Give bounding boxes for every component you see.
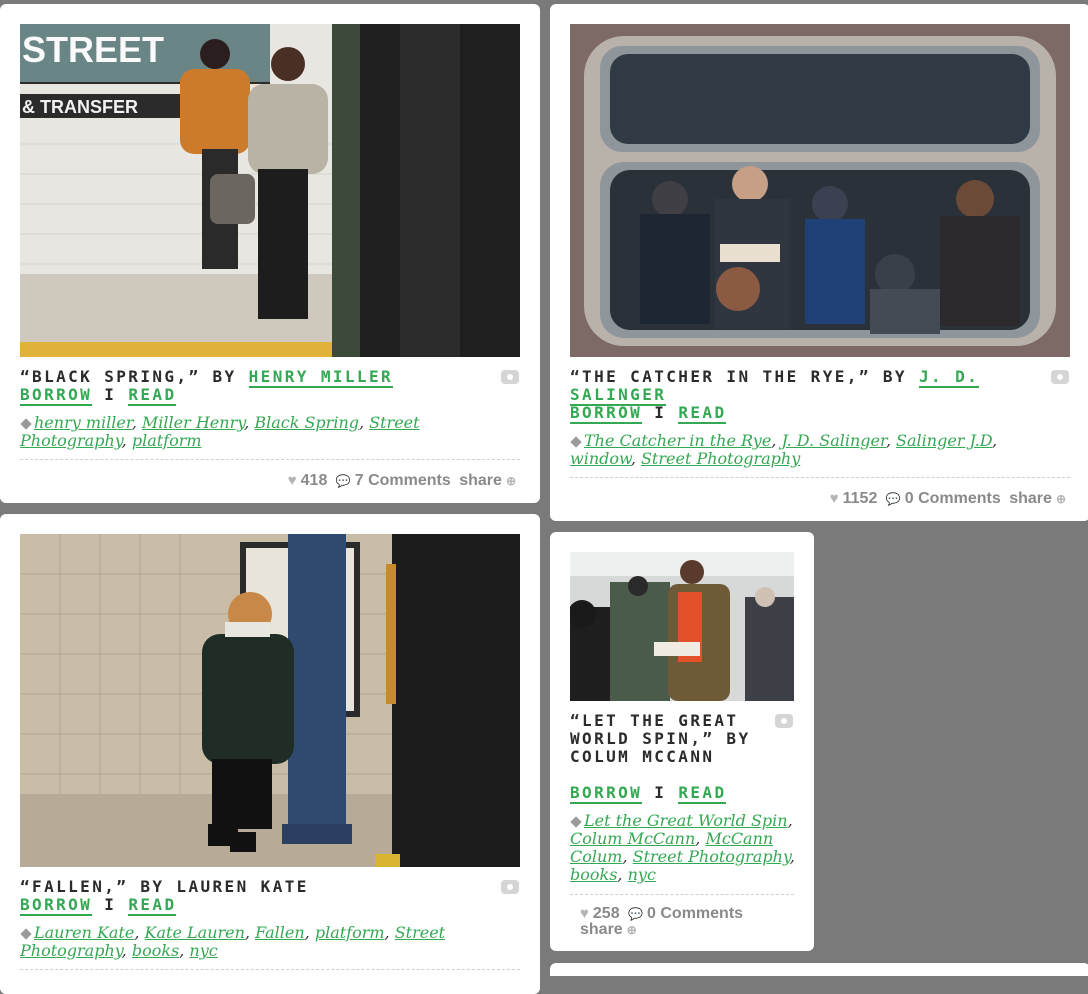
borrow-read-links: BORROW I READ	[570, 783, 727, 804]
tag-link[interactable]: Kate Lauren	[145, 923, 245, 942]
borrow-read-links: BORROW I READ	[20, 895, 177, 916]
tag-link[interactable]: Street Photography	[641, 449, 800, 468]
post-title: “BLACK SPRING,” BY HENRY MILLER	[20, 367, 490, 388]
post-photo[interactable]	[20, 534, 520, 867]
share-link[interactable]: share	[580, 921, 623, 938]
tag-link[interactable]: The Catcher in the Rye	[584, 431, 771, 450]
divider	[570, 477, 1070, 478]
title-text: “LET THE GREAT WORLD SPIN,” BY COLUM MCC…	[570, 711, 751, 766]
comments-link[interactable]: 7 Comments	[355, 472, 451, 489]
title-text: “BLACK SPRING,” BY	[20, 367, 237, 386]
share-icon[interactable]: ⊕	[506, 474, 516, 488]
tag-icon	[570, 816, 582, 828]
transfer-sign-text: & TRANSFER	[22, 97, 138, 117]
share-icon[interactable]: ⊕	[627, 923, 637, 937]
subway-window-photo	[570, 24, 1070, 357]
separator: I	[654, 403, 667, 422]
comment-icon: 💬	[885, 492, 901, 506]
tag-list: henry miller, Miller Henry, Black Spring…	[20, 413, 420, 450]
tag-link[interactable]: Street Photography	[633, 847, 790, 866]
share-link[interactable]: share	[1009, 490, 1052, 507]
post-photo[interactable]: STREET & TRANSFER	[20, 24, 520, 357]
borrow-link[interactable]: BORROW	[570, 403, 643, 424]
separator: I	[654, 783, 667, 802]
tag-link[interactable]: Miller Henry	[142, 413, 244, 432]
divider	[570, 894, 794, 895]
post-title: “FALLEN,” BY LAUREN KATE	[20, 878, 490, 896]
borrow-read-links: BORROW I READ	[570, 403, 727, 424]
post-card: “FALLEN,” BY LAUREN KATE BORROW I READ L…	[0, 514, 540, 994]
subway-pillar-photo	[20, 534, 520, 867]
separator: I	[104, 895, 117, 914]
borrow-link[interactable]: BORROW	[570, 783, 643, 804]
borrow-read-links: BORROW I READ	[20, 385, 177, 406]
post-photo[interactable]	[570, 24, 1070, 357]
street-sign-text: STREET	[22, 29, 164, 70]
camera-icon	[1051, 370, 1069, 384]
read-link[interactable]: READ	[128, 385, 177, 406]
post-card: “THE CATCHER IN THE RYE,” BY J. D. SALIN…	[550, 4, 1088, 521]
tag-link[interactable]: henry miller	[34, 413, 132, 432]
title-text: “THE CATCHER IN THE RYE,” BY	[570, 367, 907, 386]
tag-icon	[20, 418, 32, 430]
borrow-link[interactable]: BORROW	[20, 385, 93, 406]
comments-link[interactable]: 0 Comments	[647, 905, 743, 922]
tag-link[interactable]: Let the Great World Spin	[584, 811, 788, 830]
post-card: “LET THE GREAT WORLD SPIN,” BY COLUM MCC…	[550, 532, 814, 951]
post-title: “THE CATCHER IN THE RYE,” BY J. D. SALIN…	[570, 367, 1040, 406]
tag-link[interactable]: Colum McCann	[570, 829, 695, 848]
comment-icon: 💬	[628, 907, 644, 921]
separator: I	[104, 385, 117, 404]
tag-list: Let the Great World Spin, Colum McCann, …	[570, 811, 795, 884]
tag-link[interactable]: books	[570, 865, 617, 884]
camera-icon	[501, 370, 519, 384]
post-photo[interactable]	[570, 552, 794, 701]
heart-icon[interactable]: ♥	[288, 472, 297, 489]
post-title: “LET THE GREAT WORLD SPIN,” BY COLUM MCC…	[570, 712, 770, 766]
subway-reader-photo	[570, 552, 794, 701]
divider	[20, 969, 520, 970]
title-text: “FALLEN,” BY LAUREN KATE	[20, 877, 309, 896]
post-meta: ♥ 418 💬 7 Comments share ⊕	[288, 472, 520, 490]
like-count[interactable]: 258	[593, 905, 620, 922]
tag-link[interactable]: books	[132, 941, 179, 960]
heart-icon[interactable]: ♥	[580, 905, 589, 922]
like-count[interactable]: 418	[301, 472, 328, 489]
post-meta: ♥ 1152 💬 0 Comments share ⊕	[830, 490, 1070, 508]
camera-icon	[501, 880, 519, 894]
tag-icon	[20, 928, 32, 940]
tag-link[interactable]: window	[570, 449, 631, 468]
tag-link[interactable]: Salinger J.D	[896, 431, 992, 450]
tag-icon	[570, 436, 582, 448]
tag-link[interactable]: Lauren Kate	[34, 923, 134, 942]
read-link[interactable]: READ	[678, 403, 727, 424]
share-icon[interactable]: ⊕	[1056, 492, 1066, 506]
camera-icon	[775, 714, 793, 728]
read-link[interactable]: READ	[678, 783, 727, 804]
tag-link[interactable]: nyc	[628, 865, 656, 884]
heart-icon[interactable]: ♥	[830, 490, 839, 507]
read-link[interactable]: READ	[128, 895, 177, 916]
subway-platform-photo: STREET & TRANSFER	[20, 24, 520, 357]
comment-icon: 💬	[335, 474, 351, 488]
like-count[interactable]: 1152	[843, 490, 878, 507]
comments-link[interactable]: 0 Comments	[905, 490, 1001, 507]
post-card: STREET & TRANSFER “BLACK SPRING,” BY HEN…	[0, 4, 540, 503]
tag-link[interactable]: platform	[132, 431, 202, 450]
post-card-partial	[550, 963, 1088, 976]
tag-link[interactable]: platform	[315, 923, 385, 942]
tag-list: Lauren Kate, Kate Lauren, Fallen, platfo…	[20, 923, 446, 960]
author-link[interactable]: HENRY MILLER	[248, 367, 394, 388]
tag-link[interactable]: Black Spring	[254, 413, 359, 432]
borrow-link[interactable]: BORROW	[20, 895, 93, 916]
post-meta: ♥ 258 💬 0 Comments share ⊕	[580, 906, 780, 938]
tag-link[interactable]: J. D. Salinger	[781, 431, 885, 450]
tag-link[interactable]: Fallen	[255, 923, 305, 942]
tag-list: The Catcher in the Rye, J. D. Salinger, …	[570, 431, 998, 468]
tag-link[interactable]: nyc	[189, 941, 217, 960]
divider	[20, 459, 520, 460]
share-link[interactable]: share	[459, 472, 502, 489]
